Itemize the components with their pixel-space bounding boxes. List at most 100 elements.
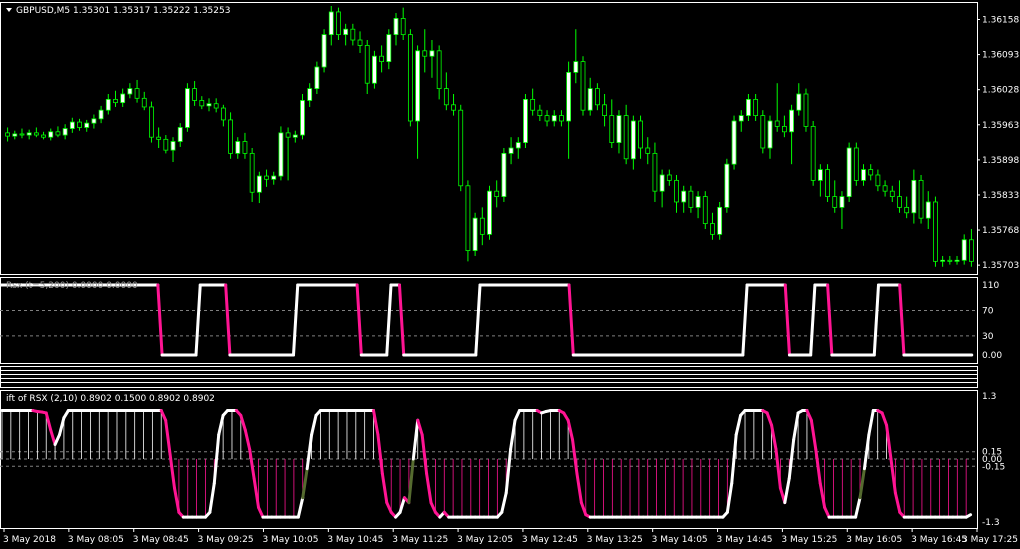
chart-header: GBPUSD,M5 1.35301 1.35317 1.35222 1.3525… bbox=[6, 6, 230, 16]
candle[interactable] bbox=[803, 88, 809, 132]
price-tick-label: 1.35768 bbox=[982, 226, 1019, 236]
bull-candle-body bbox=[508, 147, 514, 154]
candle[interactable] bbox=[458, 104, 464, 192]
candle[interactable] bbox=[487, 185, 492, 240]
time-tick-label: 3 May 15:25 bbox=[781, 535, 837, 545]
bull-candle-body bbox=[12, 133, 18, 137]
bull-candle-body bbox=[566, 72, 572, 122]
bull-candle-body bbox=[630, 120, 636, 160]
price-tick-label: 1.35703 bbox=[982, 261, 1019, 271]
time-tick-label: 3 May 08:05 bbox=[68, 535, 124, 545]
bull-candle-body bbox=[372, 55, 377, 84]
bull-candle-body bbox=[206, 103, 212, 107]
candle[interactable] bbox=[825, 164, 830, 202]
bull-candle-body bbox=[386, 34, 392, 63]
candle[interactable] bbox=[300, 94, 305, 140]
bull-candle-body bbox=[523, 98, 528, 143]
time-tick-label: 3 May 14:45 bbox=[717, 535, 773, 545]
candle[interactable] bbox=[933, 196, 938, 267]
bear-candle-body bbox=[638, 120, 643, 149]
candle[interactable] bbox=[846, 142, 852, 202]
bear-candle-body bbox=[242, 141, 248, 154]
bull-candle-body bbox=[328, 11, 334, 36]
bull-candle-body bbox=[62, 128, 68, 136]
bear-candle-body bbox=[825, 169, 830, 197]
bear-candle-body bbox=[479, 217, 485, 235]
bear-candle-body bbox=[652, 152, 658, 192]
bear-candle-body bbox=[113, 98, 118, 104]
bull-candle-body bbox=[415, 50, 420, 122]
bear-candle-body bbox=[422, 50, 428, 57]
candle[interactable] bbox=[717, 201, 723, 240]
bull-candle-body bbox=[185, 88, 190, 128]
bear-candle-body bbox=[774, 120, 780, 127]
bear-candle-body bbox=[882, 185, 888, 192]
trading-chart[interactable]: 1.36158 1.36093 1.36028 1.35963 1.35898 1.358… bbox=[0, 0, 1020, 549]
candle[interactable] bbox=[321, 29, 327, 73]
bear-candle-body bbox=[379, 55, 385, 63]
bear-candle-body bbox=[559, 115, 564, 122]
bull-candle-body bbox=[84, 122, 90, 128]
candle[interactable] bbox=[465, 180, 471, 262]
rsx-tick-label: 30 bbox=[982, 332, 994, 342]
ift-tick-label: 1.3 bbox=[982, 392, 996, 402]
bear-candle-body bbox=[199, 100, 205, 107]
time-tick-label: 3 May 10:05 bbox=[262, 535, 318, 545]
bull-candle-body bbox=[925, 201, 931, 219]
price-tick-label: 1.35898 bbox=[982, 156, 1019, 166]
candle[interactable] bbox=[853, 142, 859, 186]
bear-candle-body bbox=[918, 179, 924, 219]
bear-candle-body bbox=[781, 125, 787, 133]
bull-candle-body bbox=[817, 169, 823, 181]
candle[interactable] bbox=[523, 94, 528, 148]
bull-candle-body bbox=[551, 115, 557, 122]
candle[interactable] bbox=[149, 101, 154, 143]
candle[interactable] bbox=[407, 29, 413, 127]
bull-candle-body bbox=[954, 259, 960, 262]
bear-candle-body bbox=[674, 179, 679, 203]
bull-candle-body bbox=[278, 132, 284, 177]
bear-candle-body bbox=[249, 152, 255, 193]
candle[interactable] bbox=[278, 126, 284, 181]
bull-candle-body bbox=[69, 121, 75, 129]
candle[interactable] bbox=[372, 50, 377, 89]
candle[interactable] bbox=[580, 56, 586, 116]
bull-candle-body bbox=[120, 93, 126, 104]
time-tick-label: 3 May 2018 bbox=[3, 535, 56, 545]
candle[interactable] bbox=[760, 110, 766, 154]
bull-candle-body bbox=[861, 169, 866, 181]
rsx-tick-label: 110 bbox=[982, 281, 999, 291]
bull-candle-body bbox=[105, 98, 111, 111]
candle[interactable] bbox=[702, 191, 708, 229]
bear-candle-body bbox=[141, 97, 147, 108]
bear-candle-body bbox=[810, 125, 816, 181]
candle[interactable] bbox=[472, 212, 478, 256]
time-tick-label: 3 May 11:25 bbox=[392, 535, 448, 545]
bear-candle-body bbox=[645, 147, 651, 154]
bear-candle-body bbox=[710, 223, 715, 235]
bear-candle-body bbox=[594, 88, 600, 106]
bull-candle-body bbox=[940, 259, 946, 262]
candle[interactable] bbox=[724, 158, 730, 213]
price-tick-label: 1.36158 bbox=[982, 15, 1019, 25]
bull-candle-body bbox=[659, 174, 665, 192]
bear-candle-body bbox=[364, 45, 370, 84]
bear-candle-body bbox=[832, 196, 838, 208]
ift-rsx-title: ift of RSX (2,10) 0.8902 0.1500 0.8902 0… bbox=[6, 394, 215, 404]
bear-candle-body bbox=[41, 134, 46, 138]
bull-candle-body bbox=[321, 34, 327, 68]
candle[interactable] bbox=[501, 147, 507, 202]
bull-candle-body bbox=[911, 179, 917, 214]
bull-candle-body bbox=[98, 109, 104, 120]
ohlc-readout: 1.35301 1.35317 1.35222 1.35253 bbox=[73, 6, 230, 16]
bear-candle-body bbox=[753, 98, 759, 116]
bull-candle-body bbox=[515, 142, 521, 149]
candle[interactable] bbox=[810, 120, 816, 186]
candle[interactable] bbox=[185, 83, 190, 132]
bear-candle-body bbox=[400, 18, 406, 36]
bear-candle-body bbox=[350, 28, 356, 41]
bear-candle-body bbox=[602, 104, 607, 116]
candle[interactable] bbox=[918, 174, 924, 224]
candle[interactable] bbox=[731, 115, 737, 170]
time-tick-label: 3 May 10:45 bbox=[327, 535, 383, 545]
